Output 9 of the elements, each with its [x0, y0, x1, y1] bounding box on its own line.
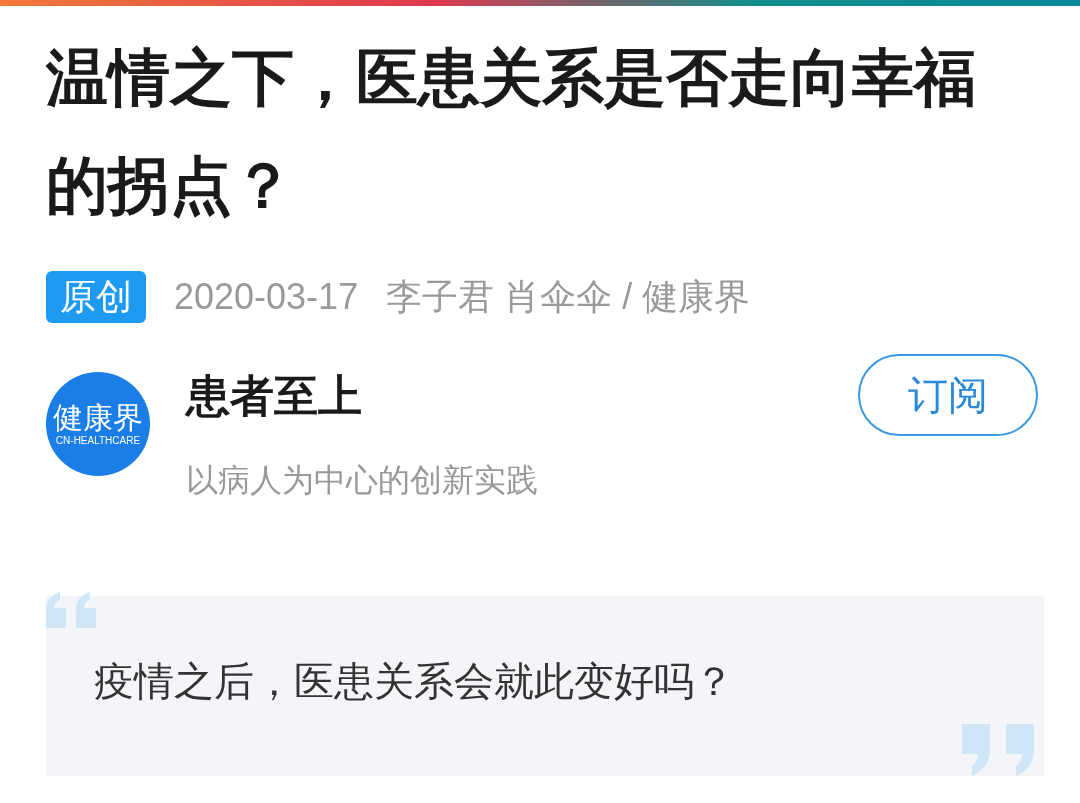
original-tag: 原创	[46, 271, 146, 323]
article-authors: 李子君 肖伞伞 / 健康界	[386, 275, 751, 319]
subscribe-button[interactable]: 订阅	[858, 354, 1038, 436]
quote-text: 疫情之后，医患关系会就此变好吗？	[94, 658, 734, 705]
channel-name: 患者至上	[186, 370, 363, 422]
article-title: 温情之下，医患关系是否走向幸福的拐点？	[46, 42, 977, 222]
publish-date: 2020-03-17	[174, 275, 359, 319]
channel-description: 以病人为中心的创新实践	[186, 461, 539, 500]
channel-logo: 健康界 CN-HEALTHCARE	[46, 372, 150, 476]
